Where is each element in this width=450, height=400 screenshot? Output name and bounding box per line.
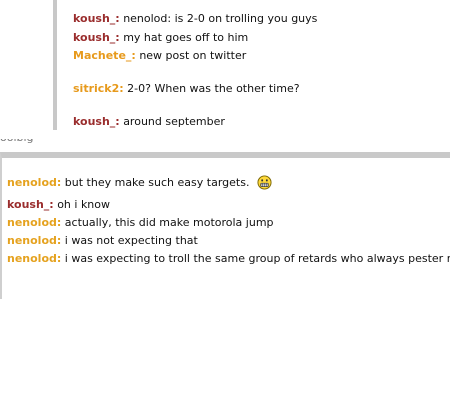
chat-message: sitrick2: 2-0? When was the other time? [73, 82, 300, 96]
chat-text: nenolod: is 2-0 on trolling you guys [123, 12, 318, 25]
clipped-header-text: oolbig [0, 139, 34, 144]
chat-nick[interactable]: koush_: [7, 198, 54, 211]
chat-text: i was expecting to troll the same group … [64, 252, 450, 265]
chat-nick[interactable]: nenolod: [7, 216, 61, 229]
panel-divider: oolbig [0, 139, 450, 152]
chat-nick[interactable]: koush_: [73, 115, 120, 128]
chat-text: but they make such easy targets. [64, 176, 250, 189]
chat-text: actually, this did make motorola jump [64, 216, 274, 229]
chat-message: koush_: around september [73, 115, 225, 129]
chat-screenshot: koush_: nenolod: is 2-0 on trolling you … [0, 0, 450, 400]
chat-message: koush_: my hat goes off to him [73, 31, 248, 45]
embedded-chat-panel: koush_: nenolod: is 2-0 on trolling you … [53, 0, 450, 130]
chat-nick[interactable]: nenolod: [7, 252, 61, 265]
chat-nick[interactable]: nenolod: [7, 176, 61, 189]
chat-nick[interactable]: nenolod: [7, 234, 61, 247]
grimace-emoticon-icon [257, 175, 272, 190]
chat-message: koush_: nenolod: is 2-0 on trolling you … [73, 12, 317, 26]
chat-message: nenolod: i was expecting to troll the sa… [7, 252, 450, 266]
chat-message: Machete_: new post on twitter [73, 49, 246, 63]
chat-message: koush_: oh i know [7, 198, 110, 212]
chat-text: new post on twitter [139, 49, 247, 62]
chat-text: my hat goes off to him [123, 31, 249, 44]
chat-message: nenolod: actually, this did make motorol… [7, 216, 274, 230]
chat-message: nenolod: i was not expecting that [7, 234, 198, 248]
chat-nick[interactable]: Machete_: [73, 49, 136, 62]
chat-text: i was not expecting that [64, 234, 198, 247]
chat-text: oh i know [57, 198, 111, 211]
chat-message: nenolod: but they make such easy targets… [7, 175, 272, 190]
chat-text: 2-0? When was the other time? [127, 82, 300, 95]
main-chat-panel: nenolod: but they make such easy targets… [0, 152, 450, 299]
chat-text: around september [123, 115, 225, 128]
chat-nick[interactable]: koush_: [73, 31, 120, 44]
chat-nick[interactable]: koush_: [73, 12, 120, 25]
chat-nick[interactable]: sitrick2: [73, 82, 124, 95]
